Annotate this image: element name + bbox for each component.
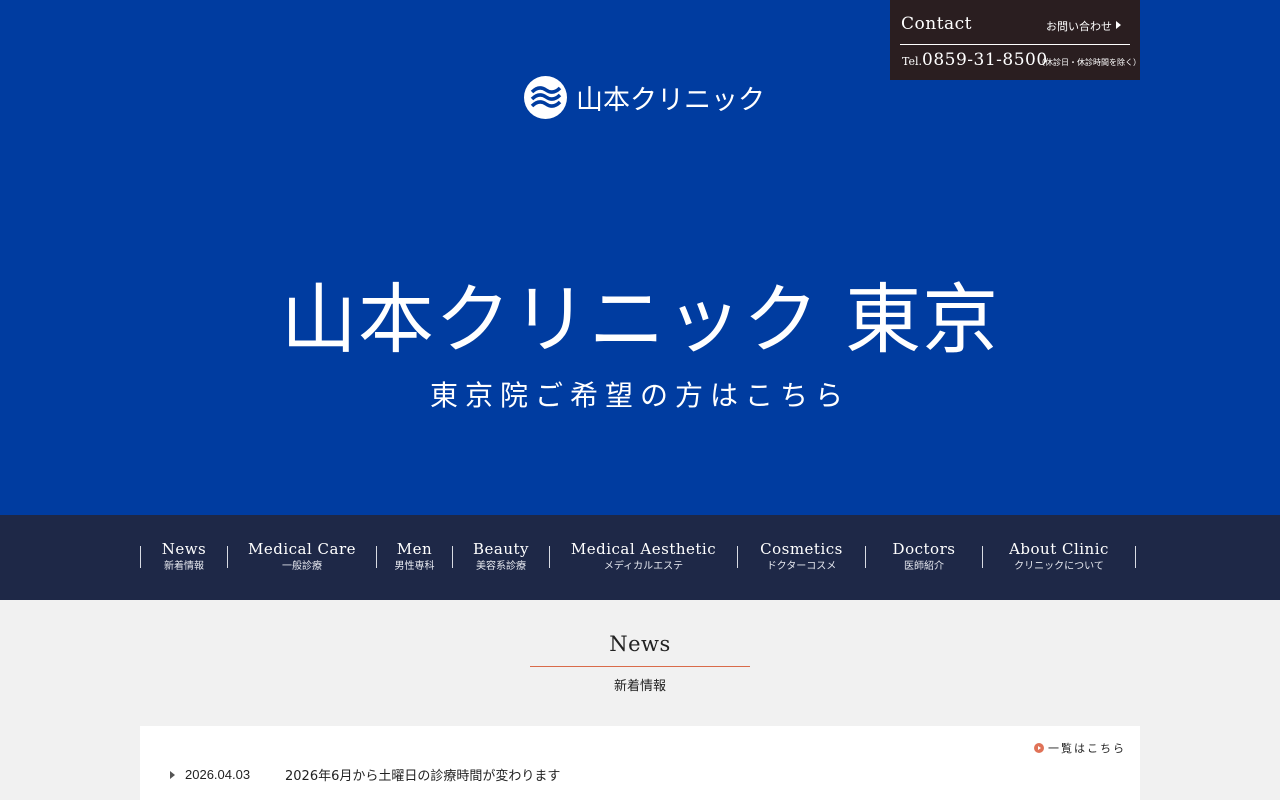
nav-label-jp: 男性専科 [394,561,435,572]
news-headline: 2026年6月から土曜日の診療時間が変わります [285,769,561,784]
nav-item-cosmetics[interactable]: Cosmetics ドクターコスメ [738,540,865,590]
bullet-arrow-icon [170,770,175,779]
phone-number[interactable]: 0859-31-8500 [922,50,1048,70]
nav-label-en: About Clinic [1009,540,1109,558]
global-nav: News 新着情報 Medical Care 一般診療 Men 男性専科 Bea… [0,515,1280,600]
circle-arrow-icon [1034,743,1044,753]
nav-label-en: Beauty [472,540,529,558]
site-logo[interactable]: 山本クリニック [524,75,765,119]
nav-label-en: Medical Aesthetic [570,540,717,558]
nav-item-news[interactable]: News 新着情報 [141,540,227,590]
nav-label-jp: 一般診療 [282,561,322,572]
hero-title[interactable]: 山本クリニック 東京 [0,258,1280,368]
news-heading: News 新着情報 [530,632,750,694]
news-underline [530,666,750,667]
nav-label-jp: メディカルエステ [603,561,684,572]
nav-label-jp: 美容系診療 [476,561,526,572]
nav-separator [1135,546,1136,568]
logo-text: 山本クリニック [576,84,765,116]
inquiry-link[interactable]: お問い合わせ [1046,18,1112,34]
nav-label-en: News [161,540,207,558]
nav-label-jp: ドクターコスメ [766,561,837,572]
nav-label-en: Men [396,540,433,558]
news-list: 一覧はこちら 2026.04.03 2026年6月から土曜日の診療時間が変わりま… [140,726,1140,800]
view-all-link[interactable]: 一覧はこちら [1034,740,1126,756]
view-all-label: 一覧はこちら [1048,742,1126,755]
hero-banner[interactable]: 山本クリニック Contact お問い合わせ Tel. 0859-31-8500… [0,0,1280,515]
logo-mark-icon [524,75,567,119]
news-date: 2026.04.03 [185,767,251,782]
arrow-right-icon [1116,21,1121,29]
nav-label-jp: クリニックについて [1014,561,1104,572]
news-subtitle: 新着情報 [613,679,666,694]
nav-item-men[interactable]: Men 男性専科 [377,540,452,590]
nav-item-about-clinic[interactable]: About Clinic クリニックについて [983,540,1135,590]
contact-title: Contact [901,14,973,34]
hours-note: （休診日・休診時間を除く） [1037,58,1141,67]
hero-subtitle[interactable]: 東京院ご希望の方はこちら [0,374,1280,414]
nav-item-doctors[interactable]: Doctors 医師紹介 [866,540,982,590]
news-item[interactable]: 2026.04.03 2026年6月から土曜日の診療時間が変わります [170,765,560,784]
divider [900,44,1130,45]
contact-box[interactable]: Contact お問い合わせ Tel. 0859-31-8500 （休診日・休診… [890,0,1141,80]
nav-label-jp: 新着情報 [164,561,204,572]
nav-label-en: Medical Care [247,540,356,558]
nav-item-medical-care[interactable]: Medical Care 一般診療 [228,540,376,590]
nav-item-beauty[interactable]: Beauty 美容系診療 [453,540,549,590]
nav-label-jp: 医師紹介 [904,561,944,572]
nav-item-medical-aesthetic[interactable]: Medical Aesthetic メディカルエステ [550,540,737,590]
tel-label: Tel. [902,55,923,68]
nav-label-en: Doctors [892,540,956,558]
news-title: News [609,632,671,656]
nav-label-en: Cosmetics [760,540,843,558]
